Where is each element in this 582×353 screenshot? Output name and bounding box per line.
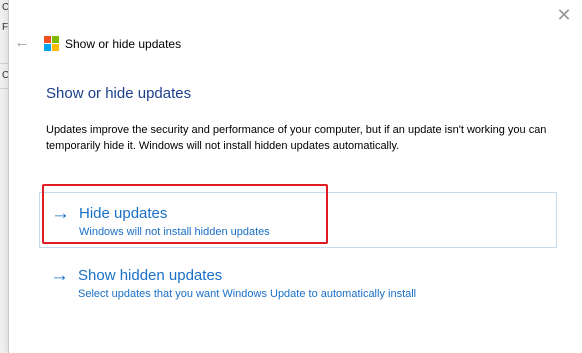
close-button[interactable]: ✕: [554, 5, 574, 25]
show-hidden-updates-option[interactable]: → Show hidden updates Select updates tha…: [39, 255, 557, 311]
page-description: Updates improve the security and perform…: [46, 124, 547, 152]
windows-logo-icon: [44, 36, 59, 51]
window-title: Show or hide updates: [65, 37, 182, 51]
right-arrow-icon: →: [50, 265, 69, 286]
back-button[interactable]: ←: [13, 34, 31, 52]
troubleshooter-dialog: ✕ ← Show or hide updates Show or hide up…: [8, 0, 582, 353]
back-arrow-icon: ←: [14, 34, 30, 51]
close-icon: ✕: [556, 5, 572, 25]
show-hidden-updates-subtitle: Select updates that you want Windows Upd…: [78, 288, 417, 300]
show-hidden-updates-title: Show hidden updates: [78, 267, 223, 284]
highlight-annotation-box: [42, 184, 328, 244]
page-heading: Show or hide updates: [46, 85, 192, 102]
